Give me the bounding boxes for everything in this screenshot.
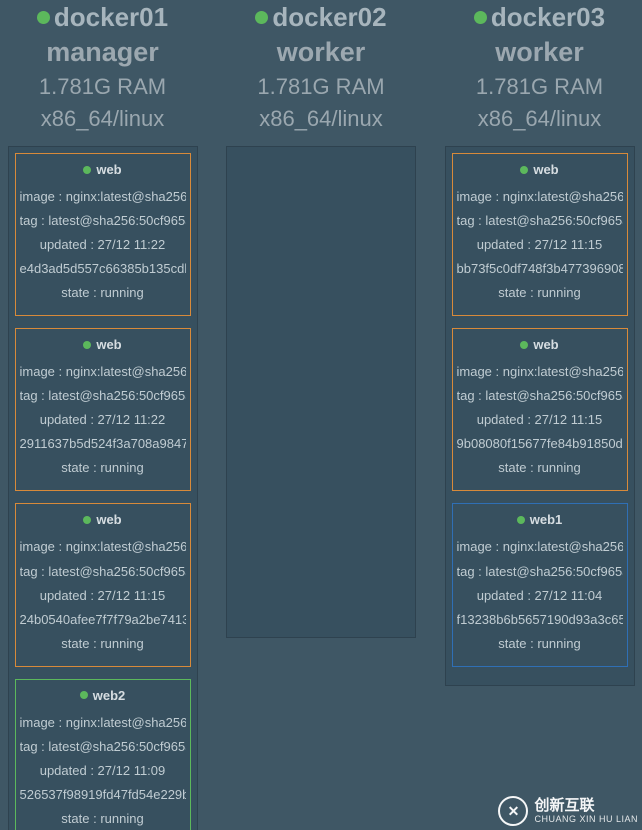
- node-role: worker: [474, 37, 605, 68]
- task-service-name: web: [96, 512, 121, 527]
- task-image: image : nginx:latest@sha256:5: [457, 535, 623, 559]
- task-state: state : running: [457, 632, 623, 656]
- task-state: state : running: [457, 456, 623, 480]
- task-state: state : running: [20, 807, 186, 830]
- task-id: e4d3ad5d557c66385b135cdbf: [20, 257, 186, 281]
- task-card[interactable]: web image : nginx:latest@sha256:5 tag : …: [452, 328, 628, 491]
- watermark-logo-icon: ✕: [498, 796, 528, 826]
- node-role: manager: [37, 37, 168, 68]
- node-tasks: web image : nginx:latest@sha256:5 tag : …: [8, 146, 198, 830]
- status-dot-icon: [80, 691, 88, 699]
- watermark-text-cn: 创新互联: [534, 798, 638, 813]
- node-tasks: web image : nginx:latest@sha256:5 tag : …: [445, 146, 635, 686]
- status-dot-icon: [83, 516, 91, 524]
- node-arch: x86_64/linux: [474, 106, 605, 132]
- task-updated: updated : 27/12 11:04: [457, 584, 623, 608]
- status-dot-icon: [520, 166, 528, 174]
- task-service-name: web: [96, 337, 121, 352]
- task-state: state : running: [20, 281, 186, 305]
- task-updated: updated : 27/12 11:15: [457, 233, 623, 257]
- task-card[interactable]: web image : nginx:latest@sha256:5 tag : …: [15, 153, 191, 316]
- task-card[interactable]: web image : nginx:latest@sha256:5 tag : …: [15, 328, 191, 491]
- task-service-name: web: [533, 162, 558, 177]
- node-ram: 1.781G RAM: [474, 74, 605, 100]
- task-id: 9b08080f15677fe84b91850d1: [457, 432, 623, 456]
- node-arch: x86_64/linux: [37, 106, 168, 132]
- task-tag: tag : latest@sha256:50cf965a6: [20, 209, 186, 233]
- status-dot-icon: [37, 11, 50, 24]
- task-id: 2911637b5d524f3a708a98475: [20, 432, 186, 456]
- task-id: 526537f98919fd47fd54e229b1: [20, 783, 186, 807]
- task-id: bb73f5c0df748f3b4773969088: [457, 257, 623, 281]
- node-name: docker02: [272, 2, 386, 33]
- task-service-name: web: [533, 337, 558, 352]
- task-service-name: web2: [93, 688, 126, 703]
- node-column: docker02 worker 1.781G RAM x86_64/linux: [219, 0, 424, 830]
- task-state: state : running: [20, 632, 186, 656]
- task-card[interactable]: web image : nginx:latest@sha256:5 tag : …: [15, 503, 191, 666]
- status-dot-icon: [517, 516, 525, 524]
- task-tag: tag : latest@sha256:50cf965a6: [20, 735, 186, 759]
- task-card[interactable]: web1 image : nginx:latest@sha256:5 tag :…: [452, 503, 628, 666]
- task-image: image : nginx:latest@sha256:5: [457, 360, 623, 384]
- task-state: state : running: [20, 456, 186, 480]
- task-tag: tag : latest@sha256:50cf965a6: [20, 560, 186, 584]
- task-service-name: web1: [530, 512, 563, 527]
- status-dot-icon: [255, 11, 268, 24]
- node-name: docker03: [491, 2, 605, 33]
- status-dot-icon: [83, 341, 91, 349]
- node-role: worker: [255, 37, 386, 68]
- task-image: image : nginx:latest@sha256:5: [20, 360, 186, 384]
- task-image: image : nginx:latest@sha256:5: [20, 711, 186, 735]
- status-dot-icon: [474, 11, 487, 24]
- task-image: image : nginx:latest@sha256:5: [457, 185, 623, 209]
- task-updated: updated : 27/12 11:09: [20, 759, 186, 783]
- task-updated: updated : 27/12 11:15: [20, 584, 186, 608]
- task-tag: tag : latest@sha256:50cf965a6: [457, 209, 623, 233]
- status-dot-icon: [83, 166, 91, 174]
- task-tag: tag : latest@sha256:50cf965a6: [457, 384, 623, 408]
- watermark: ✕ 创新互联 CHUANG XIN HU LIAN: [498, 796, 638, 826]
- task-id: f13238b6b5657190d93a3c650: [457, 608, 623, 632]
- task-updated: updated : 27/12 11:15: [457, 408, 623, 432]
- task-tag: tag : latest@sha256:50cf965a6: [457, 560, 623, 584]
- task-service-name: web: [96, 162, 121, 177]
- node-arch: x86_64/linux: [255, 106, 386, 132]
- node-column: docker01 manager 1.781G RAM x86_64/linux…: [0, 0, 205, 830]
- swarm-nodes-row: docker01 manager 1.781G RAM x86_64/linux…: [0, 0, 642, 830]
- node-ram: 1.781G RAM: [255, 74, 386, 100]
- task-tag: tag : latest@sha256:50cf965a6: [20, 384, 186, 408]
- task-id: 24b0540afee7f7f79a2be74131: [20, 608, 186, 632]
- node-header: docker01 manager 1.781G RAM x86_64/linux: [37, 0, 168, 132]
- node-header: docker02 worker 1.781G RAM x86_64/linux: [255, 0, 386, 132]
- task-card[interactable]: web2 image : nginx:latest@sha256:5 tag :…: [15, 679, 191, 830]
- task-updated: updated : 27/12 11:22: [20, 408, 186, 432]
- task-state: state : running: [457, 281, 623, 305]
- node-tasks: [226, 146, 416, 638]
- task-image: image : nginx:latest@sha256:5: [20, 185, 186, 209]
- watermark-text-en: CHUANG XIN HU LIAN: [534, 815, 638, 824]
- task-updated: updated : 27/12 11:22: [20, 233, 186, 257]
- node-name: docker01: [54, 2, 168, 33]
- task-card[interactable]: web image : nginx:latest@sha256:5 tag : …: [452, 153, 628, 316]
- node-column: docker03 worker 1.781G RAM x86_64/linux …: [437, 0, 642, 830]
- status-dot-icon: [520, 341, 528, 349]
- node-header: docker03 worker 1.781G RAM x86_64/linux: [474, 0, 605, 132]
- node-ram: 1.781G RAM: [37, 74, 168, 100]
- task-image: image : nginx:latest@sha256:5: [20, 535, 186, 559]
